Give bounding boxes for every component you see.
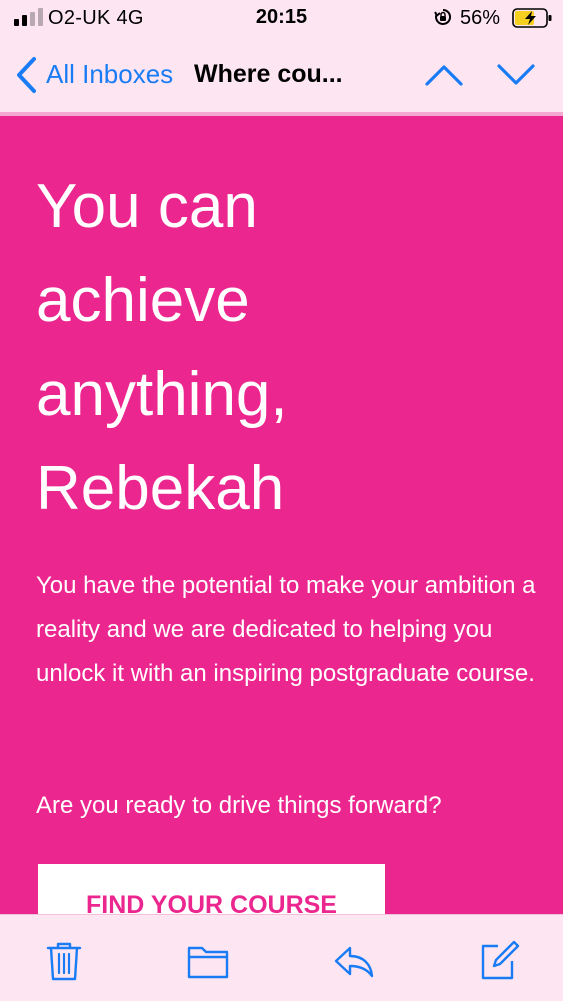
reply-icon[interactable] [332,939,376,983]
headline-line: anything, [36,360,288,429]
folder-icon[interactable] [186,939,230,983]
previous-message-icon[interactable] [424,62,464,88]
email-headline: You can achieve anything, Rebekah [36,160,436,536]
back-chevron-icon[interactable] [14,56,38,94]
compose-icon[interactable] [476,939,520,983]
back-to-inboxes-link[interactable]: All Inboxes [46,59,173,90]
next-message-icon[interactable] [496,62,536,88]
intro-paragraph: You have the potential to make your ambi… [36,572,536,687]
find-your-course-button[interactable]: FIND YOUR COURSE [38,864,385,914]
battery-charging-icon [512,8,552,28]
email-subject: Where cou... [194,60,343,88]
status-bar: O2-UK 4G 20:15 56% [0,0,563,38]
mail-nav-bar: All Inboxes Where cou... [0,38,563,112]
orientation-lock-icon [434,8,452,25]
email-body: You can achieve anything, Rebekah You ha… [0,116,563,914]
headline-line: You can [36,172,258,241]
question-paragraph: Are you ready to drive things forward? [36,792,442,819]
mail-toolbar [0,914,563,1001]
headline-line: Rebekah [36,454,285,523]
battery-percentage: 56% [460,7,501,29]
headline-line: achieve [36,266,250,335]
trash-icon[interactable] [42,939,86,983]
